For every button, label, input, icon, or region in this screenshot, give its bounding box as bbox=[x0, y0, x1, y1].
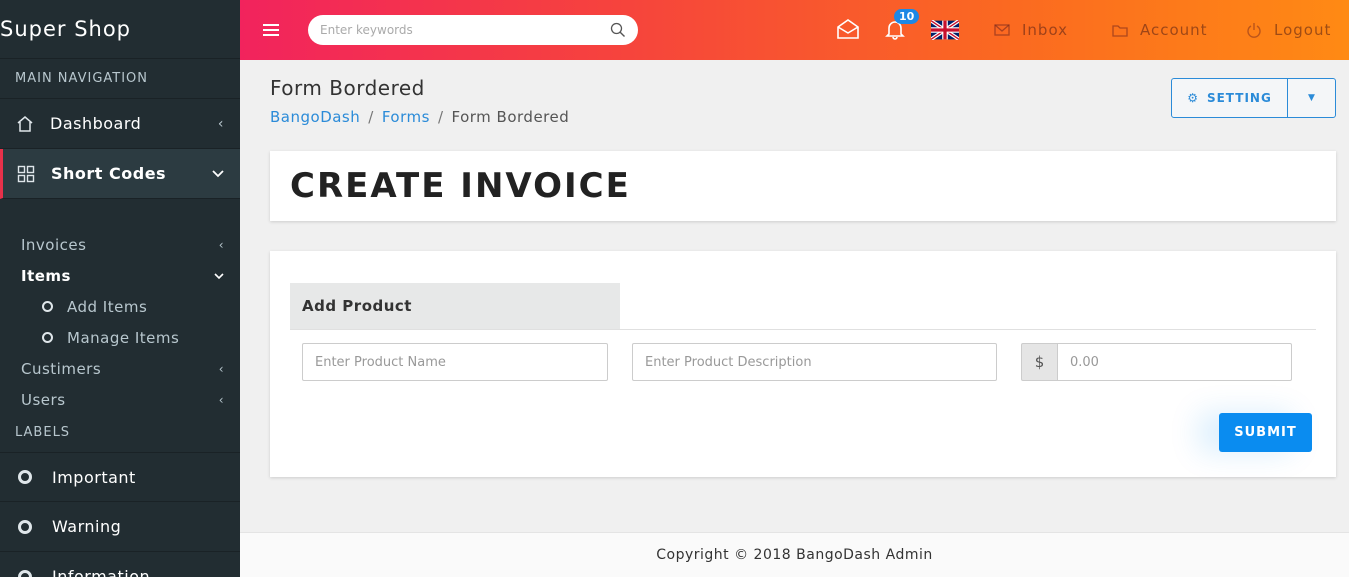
invoice-title-card: CREATE INVOICE bbox=[270, 151, 1336, 221]
sidebar: Super Shop MAIN NAVIGATION Dashboard ‹ S… bbox=[0, 0, 240, 577]
folder-icon bbox=[1112, 24, 1128, 37]
breadcrumb-forms-link[interactable]: Forms bbox=[382, 108, 430, 126]
search-input[interactable] bbox=[308, 23, 598, 37]
price-field[interactable] bbox=[1057, 343, 1292, 381]
currency-addon: $ bbox=[1021, 343, 1057, 381]
sidebar-item-short-codes[interactable]: Short Codes bbox=[0, 149, 240, 199]
sidebar-item-label: Items bbox=[21, 266, 71, 285]
account-label: Account bbox=[1140, 21, 1208, 39]
chevron-down-icon bbox=[212, 166, 224, 182]
sidebar-item-label: Dashboard bbox=[50, 114, 142, 133]
account-link[interactable]: Account bbox=[1112, 21, 1208, 39]
footer: Copyright © 2018 BangoDash Admin bbox=[240, 532, 1349, 577]
product-name-field[interactable] bbox=[302, 343, 608, 381]
bell-icon[interactable]: 10 bbox=[884, 9, 920, 44]
power-icon bbox=[1246, 22, 1262, 38]
circle-icon bbox=[18, 569, 32, 577]
sidebar-item-manage-items[interactable]: Manage Items bbox=[0, 322, 240, 353]
sidebar-item-invoices[interactable]: Invoices ‹ bbox=[0, 229, 240, 260]
chevron-left-icon: ‹ bbox=[218, 392, 224, 407]
label-information[interactable]: Information bbox=[0, 552, 240, 577]
uk-flag-icon[interactable] bbox=[929, 19, 961, 44]
short-codes-submenu: Invoices ‹ Items Add Items Manage Items … bbox=[0, 199, 240, 415]
product-description-field[interactable] bbox=[632, 343, 997, 381]
setting-dropdown-toggle[interactable]: ▼ bbox=[1288, 79, 1335, 117]
sidebar-item-label: Manage Items bbox=[67, 328, 180, 347]
chevron-left-icon: ‹ bbox=[218, 361, 224, 376]
sidebar-item-dashboard[interactable]: Dashboard ‹ bbox=[0, 99, 240, 149]
circle-icon bbox=[42, 332, 53, 343]
sidebar-item-label: Short Codes bbox=[51, 164, 167, 183]
sidebar-item-label: Invoices bbox=[21, 235, 87, 254]
submit-button[interactable]: SUBMIT bbox=[1219, 413, 1312, 452]
search-box bbox=[308, 15, 638, 45]
breadcrumb-separator: / bbox=[368, 108, 374, 126]
page-title: Form Bordered bbox=[270, 76, 425, 100]
caret-down-icon: ▼ bbox=[1308, 93, 1315, 103]
main-navigation-header: MAIN NAVIGATION bbox=[0, 59, 240, 99]
envelope-open-icon[interactable] bbox=[836, 18, 860, 44]
sidebar-item-items[interactable]: Items bbox=[0, 260, 240, 291]
logout-label: Logout bbox=[1274, 21, 1332, 39]
invoice-form-card: Add Product $ SUBMIT bbox=[270, 251, 1336, 477]
label-text: Information bbox=[52, 567, 151, 577]
setting-label: SETTING bbox=[1206, 91, 1272, 105]
menu-toggle-icon[interactable] bbox=[263, 21, 279, 39]
tab-divider bbox=[290, 329, 1316, 330]
setting-button[interactable]: ⚙ SETTING bbox=[1172, 79, 1288, 117]
labels-header: LABELS bbox=[15, 425, 71, 440]
breadcrumb-home-link[interactable]: BangoDash bbox=[270, 108, 360, 126]
inbox-link[interactable]: Inbox bbox=[994, 21, 1068, 39]
chevron-left-icon: ‹ bbox=[218, 237, 224, 252]
notification-badge: 10 bbox=[894, 9, 920, 24]
label-important[interactable]: Important bbox=[0, 452, 240, 502]
circle-icon bbox=[42, 301, 53, 312]
gear-icon: ⚙ bbox=[1187, 91, 1199, 105]
sidebar-item-add-items[interactable]: Add Items bbox=[0, 291, 240, 322]
topbar: 10 Inbox Account Logout bbox=[240, 0, 1349, 60]
breadcrumb-separator: / bbox=[437, 108, 444, 126]
setting-button-group: ⚙ SETTING ▼ bbox=[1171, 78, 1336, 118]
grid-icon bbox=[17, 165, 35, 183]
sidebar-item-label: Add Items bbox=[67, 297, 148, 316]
circle-icon bbox=[18, 519, 32, 534]
label-warning[interactable]: Warning bbox=[0, 502, 240, 552]
sidebar-item-label: Custimers bbox=[21, 359, 102, 378]
invoice-heading: CREATE INVOICE bbox=[290, 166, 631, 206]
chevron-left-icon: ‹ bbox=[217, 115, 224, 132]
search-icon[interactable] bbox=[610, 22, 626, 42]
label-text: Important bbox=[52, 467, 136, 487]
breadcrumb: BangoDash / Forms / Form Bordered bbox=[270, 108, 569, 126]
sidebar-item-users[interactable]: Users ‹ bbox=[0, 384, 240, 415]
sidebar-item-customers[interactable]: Custimers ‹ bbox=[0, 353, 240, 384]
chevron-down-icon bbox=[214, 269, 224, 283]
breadcrumb-current: Form Bordered bbox=[451, 108, 570, 126]
tab-add-product[interactable]: Add Product bbox=[290, 283, 620, 329]
home-icon bbox=[16, 115, 34, 133]
label-text: Warning bbox=[52, 517, 122, 536]
envelope-icon bbox=[994, 24, 1010, 36]
circle-icon bbox=[18, 470, 32, 484]
logout-link[interactable]: Logout bbox=[1246, 21, 1331, 39]
sidebar-item-label: Users bbox=[21, 390, 66, 409]
inbox-label: Inbox bbox=[1022, 21, 1069, 39]
brand-logo[interactable]: Super Shop bbox=[0, 0, 240, 59]
